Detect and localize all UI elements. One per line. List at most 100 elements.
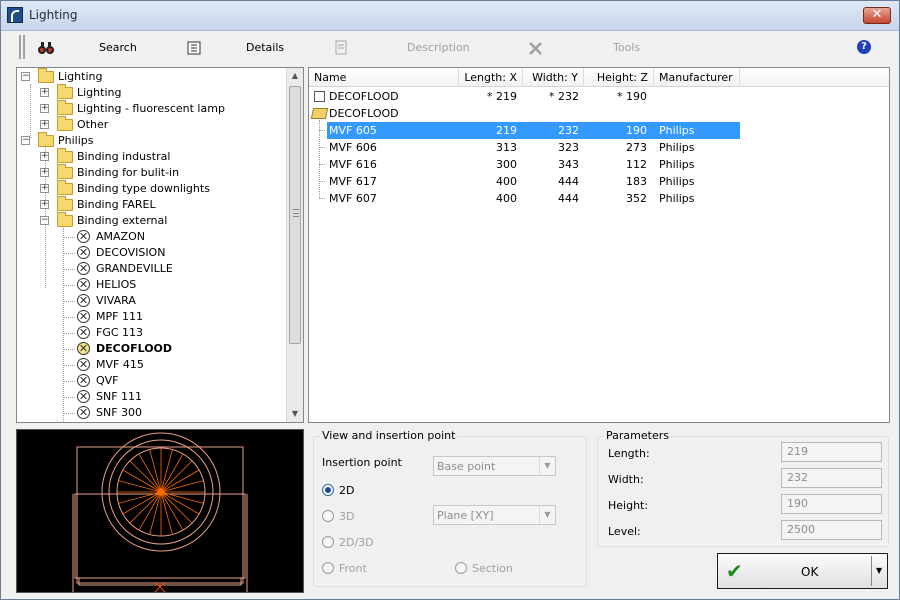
group-length: * 219 [487,90,517,103]
tree-item-folder[interactable]: + Binding FAREL [17,196,285,213]
tree-guide-line [63,269,75,270]
tree-item-luminaire[interactable]: ✕ MVF 415 [17,357,285,373]
scroll-down-icon[interactable]: ▼ [287,406,303,422]
lamp-icon: ✕ [77,406,90,419]
chevron-down-icon[interactable]: ▼ [876,566,882,575]
height-field[interactable]: 190 [781,494,882,514]
tree-item-luminaire[interactable]: ✕ GRANDEVILLE [17,261,285,277]
details-button[interactable] [185,37,203,59]
tree-item-luminaire[interactable]: ✕ SNF 111 [17,389,285,405]
tree-item-label: MPF 111 [96,310,143,323]
tree-item-lighting-root[interactable]: − Lighting [17,68,285,85]
expand-icon[interactable]: + [40,120,49,129]
length-field[interactable]: 219 [781,442,882,462]
tree-item-luminaire[interactable]: ✕ FGC 113 [17,325,285,341]
tree-item-label: Other [77,118,109,131]
column-manufacturer[interactable]: Manufacturer [654,68,740,87]
tree-item-luminaire[interactable]: ✕ SNF 300 [17,405,285,421]
tree-item-luminaire[interactable]: ✕ DECOFLOOD [17,341,285,357]
lamp-icon: ✕ [77,262,90,275]
column-length[interactable]: Length: X [459,68,523,87]
scroll-thumb[interactable] [289,86,301,344]
radio-2d-label[interactable]: 2D [339,484,354,497]
radio-3d[interactable] [322,510,334,522]
collapse-icon[interactable]: − [21,136,30,145]
expand-icon[interactable]: + [40,152,49,161]
tree-item-label: Lighting [77,86,122,99]
lamp-icon: ✕ [77,246,90,259]
expand-icon[interactable]: + [40,104,49,113]
tree-item-luminaire[interactable]: ✕ HELIOS [17,277,285,293]
tree-item-label: AMAZON [96,230,145,243]
items-list[interactable]: Name Length: X Width: Y Height: Z Manufa… [308,67,890,423]
column-width[interactable]: Width: Y [523,68,584,87]
insertion-point-select[interactable]: Base point ▼ [433,456,556,476]
list-item[interactable]: MVF 616 300 343 112 Philips [309,156,889,173]
level-field[interactable]: 2500 [781,520,882,540]
radio-section[interactable] [455,562,467,574]
preview-ray [118,480,162,493]
level-label: Level: [608,525,641,538]
list-tree-branch [319,164,325,165]
column-height[interactable]: Height: Z [584,68,654,87]
group-checkbox[interactable] [314,91,325,102]
radio-2d3d[interactable] [322,536,334,548]
plane-select[interactable]: Plane [XY] ▼ [433,505,556,525]
tree-item-folder[interactable]: + Binding for bulit-in [17,164,285,181]
tree-guide-line [63,365,75,366]
radio-2d[interactable] [322,484,334,496]
folder-row[interactable]: DECOFLOOD [309,105,889,122]
tree-item-folder[interactable]: + Binding type downlights [17,180,285,197]
list-item[interactable]: MVF 617 400 444 183 Philips [309,173,889,190]
search-button[interactable] [37,37,55,59]
details-label[interactable]: Details [246,41,284,54]
collapse-icon[interactable]: − [40,216,49,225]
tree-item-folder[interactable]: + Other [17,116,285,133]
tree-item-folder[interactable]: + Lighting [17,84,285,101]
lamp-icon: ✕ [77,278,90,291]
expand-icon[interactable]: + [40,184,49,193]
preview-ray [160,491,173,535]
radio-front-label[interactable]: Front [339,562,367,575]
tree-item-luminaire[interactable]: ✕ DECOVISION [17,245,285,261]
toolbar-grip-icon [19,35,25,59]
category-tree[interactable]: − Lighting + Lighting + Lighting - fluorescen… [16,67,304,423]
radio-section-label[interactable]: Section [472,562,513,575]
description-label[interactable]: Description [407,41,470,54]
scroll-up-icon[interactable]: ▲ [287,68,303,84]
description-button[interactable] [332,37,350,59]
lamp-icon: ✕ [77,374,90,387]
help-icon[interactable]: ? [857,40,871,54]
list-item[interactable]: MVF 606 313 323 273 Philips [309,139,889,156]
collapse-icon[interactable]: − [21,72,30,81]
tree-item-folder[interactable]: + Lighting - fluorescent lamp [17,100,285,117]
close-button[interactable]: ✕ [863,7,891,24]
list-item[interactable]: MVF 607 400 444 352 Philips [309,190,889,207]
search-label[interactable]: Search [99,41,137,54]
expand-icon[interactable]: + [40,168,49,177]
width-field[interactable]: 232 [781,468,882,488]
chevron-down-icon: ▼ [539,506,555,524]
tools-button[interactable] [527,37,545,59]
radio-3d-label[interactable]: 3D [339,510,354,523]
tree-item-folder[interactable]: − Binding external [17,212,285,229]
expand-icon[interactable]: + [40,200,49,209]
tree-item-luminaire[interactable]: ✕ QVF [17,373,285,389]
tree-item-luminaire[interactable]: ✕ AMAZON [17,229,285,245]
expand-icon[interactable]: + [40,88,49,97]
tree-scrollbar[interactable]: ▲ ▼ [286,68,303,422]
item-name: MVF 605 [329,124,377,137]
ok-button[interactable]: ✔ OK ▼ [717,553,888,589]
tree-item-luminaire[interactable]: ✕ MPF 111 [17,309,285,325]
radio-front[interactable] [322,562,334,574]
tree-item-philips-root[interactable]: − Philips [17,132,285,149]
tools-label[interactable]: Tools [613,41,640,54]
item-width: 444 [558,175,579,188]
radio-2d3d-label[interactable]: 2D/3D [339,536,374,549]
column-name[interactable]: Name [309,68,459,87]
tree-item-folder[interactable]: + Binding industral [17,148,285,165]
tree-item-luminaire[interactable]: ✕ VIVARA [17,293,285,309]
group-row[interactable]: DECOFLOOD * 219 * 232 * 190 [309,88,889,105]
list-item[interactable]: MVF 605 219 232 190 Philips [309,122,889,139]
app-icon [7,7,23,23]
